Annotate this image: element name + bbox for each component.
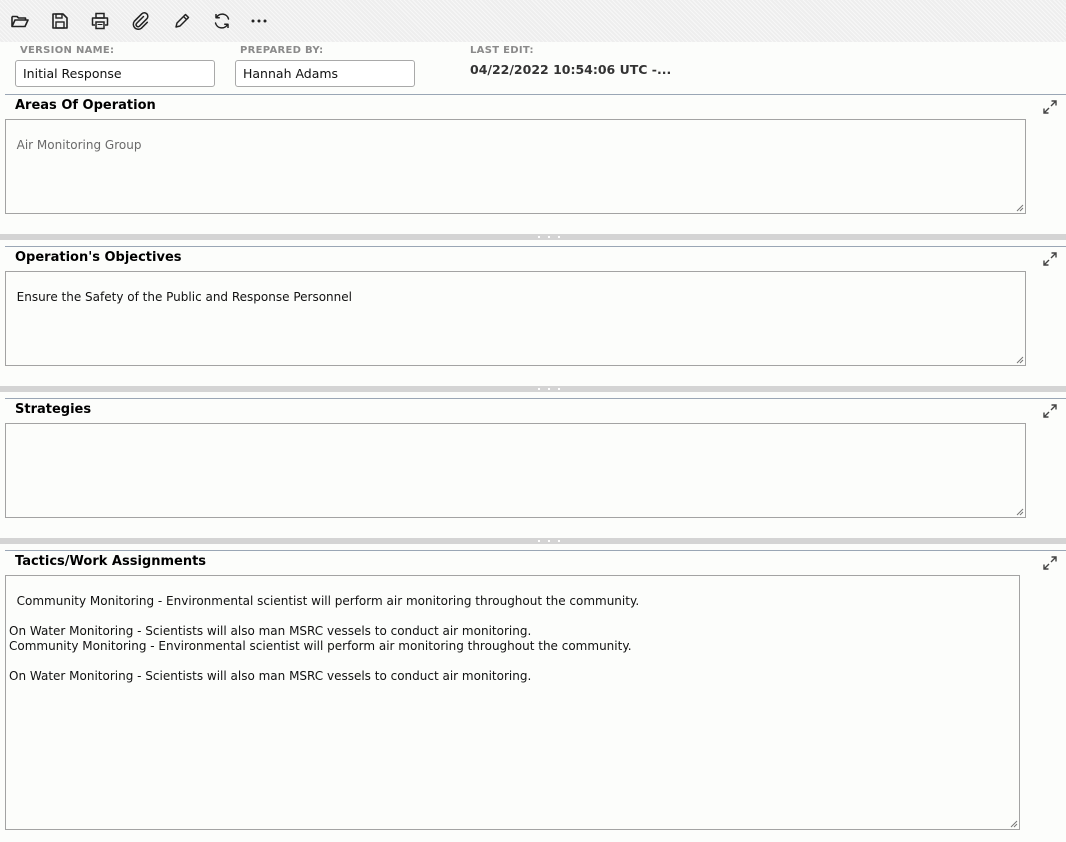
section-divider (5, 398, 1066, 399)
save-button[interactable] (48, 9, 72, 33)
section-divider (5, 246, 1066, 247)
expand-icon (1043, 100, 1057, 114)
objectives-title: Operation's Objectives (15, 250, 182, 265)
attach-button[interactable] (128, 9, 152, 33)
prepared-by-label: PREPARED BY: (240, 45, 324, 56)
section-splitter[interactable] (0, 538, 1066, 544)
objectives-text: Ensure the Safety of the Public and Resp… (16, 290, 352, 304)
resize-grip-icon[interactable] (1016, 204, 1024, 212)
areas-of-operation-title: Areas Of Operation (15, 98, 156, 113)
tactics-expand-button[interactable] (1040, 553, 1060, 573)
save-icon (52, 13, 68, 29)
last-edit-label: LAST EDIT: (470, 45, 534, 56)
strategies-expand-button[interactable] (1040, 401, 1060, 421)
pencil-icon (175, 13, 190, 28)
edit-button[interactable] (170, 9, 194, 33)
print-icon (91, 12, 109, 30)
refresh-icon (214, 13, 230, 29)
splitter-dots-icon (538, 388, 560, 390)
expand-icon (1043, 404, 1057, 418)
section-divider (5, 550, 1066, 551)
section-divider (5, 94, 1066, 95)
resize-grip-icon[interactable] (1016, 356, 1024, 364)
tactics-textarea[interactable]: Community Monitoring - Environmental sci… (5, 575, 1020, 830)
folder-open-icon (11, 15, 29, 28)
paperclip-icon (132, 12, 149, 31)
areas-of-operation-textarea[interactable]: Air Monitoring Group (5, 119, 1026, 214)
open-folder-button[interactable] (8, 9, 32, 33)
strategies-textarea[interactable] (5, 423, 1026, 518)
objectives-expand-button[interactable] (1040, 249, 1060, 269)
version-name-label: VERSION NAME: (20, 45, 115, 56)
refresh-button[interactable] (210, 9, 234, 33)
prepared-by-input[interactable] (235, 60, 415, 87)
more-button[interactable] (247, 9, 271, 33)
resize-grip-icon[interactable] (1010, 820, 1018, 828)
expand-icon (1043, 252, 1057, 266)
toolbar (0, 0, 1066, 42)
last-edit-value: 04/22/2022 10:54:06 UTC -... (470, 62, 672, 77)
tactics-text: Community Monitoring - Environmental sci… (9, 594, 640, 683)
splitter-dots-icon (538, 540, 560, 542)
splitter-dots-icon (538, 236, 560, 238)
section-splitter[interactable] (0, 386, 1066, 392)
strategies-title: Strategies (15, 402, 92, 417)
areas-expand-button[interactable] (1040, 97, 1060, 117)
tactics-title: Tactics/Work Assignments (15, 554, 207, 569)
print-button[interactable] (88, 9, 112, 33)
resize-grip-icon[interactable] (1016, 508, 1024, 516)
areas-of-operation-text: Air Monitoring Group (16, 138, 142, 152)
objectives-textarea[interactable]: Ensure the Safety of the Public and Resp… (5, 271, 1026, 366)
version-name-input[interactable] (15, 60, 215, 87)
more-icon (251, 19, 267, 23)
section-splitter[interactable] (0, 234, 1066, 240)
expand-icon (1043, 556, 1057, 570)
